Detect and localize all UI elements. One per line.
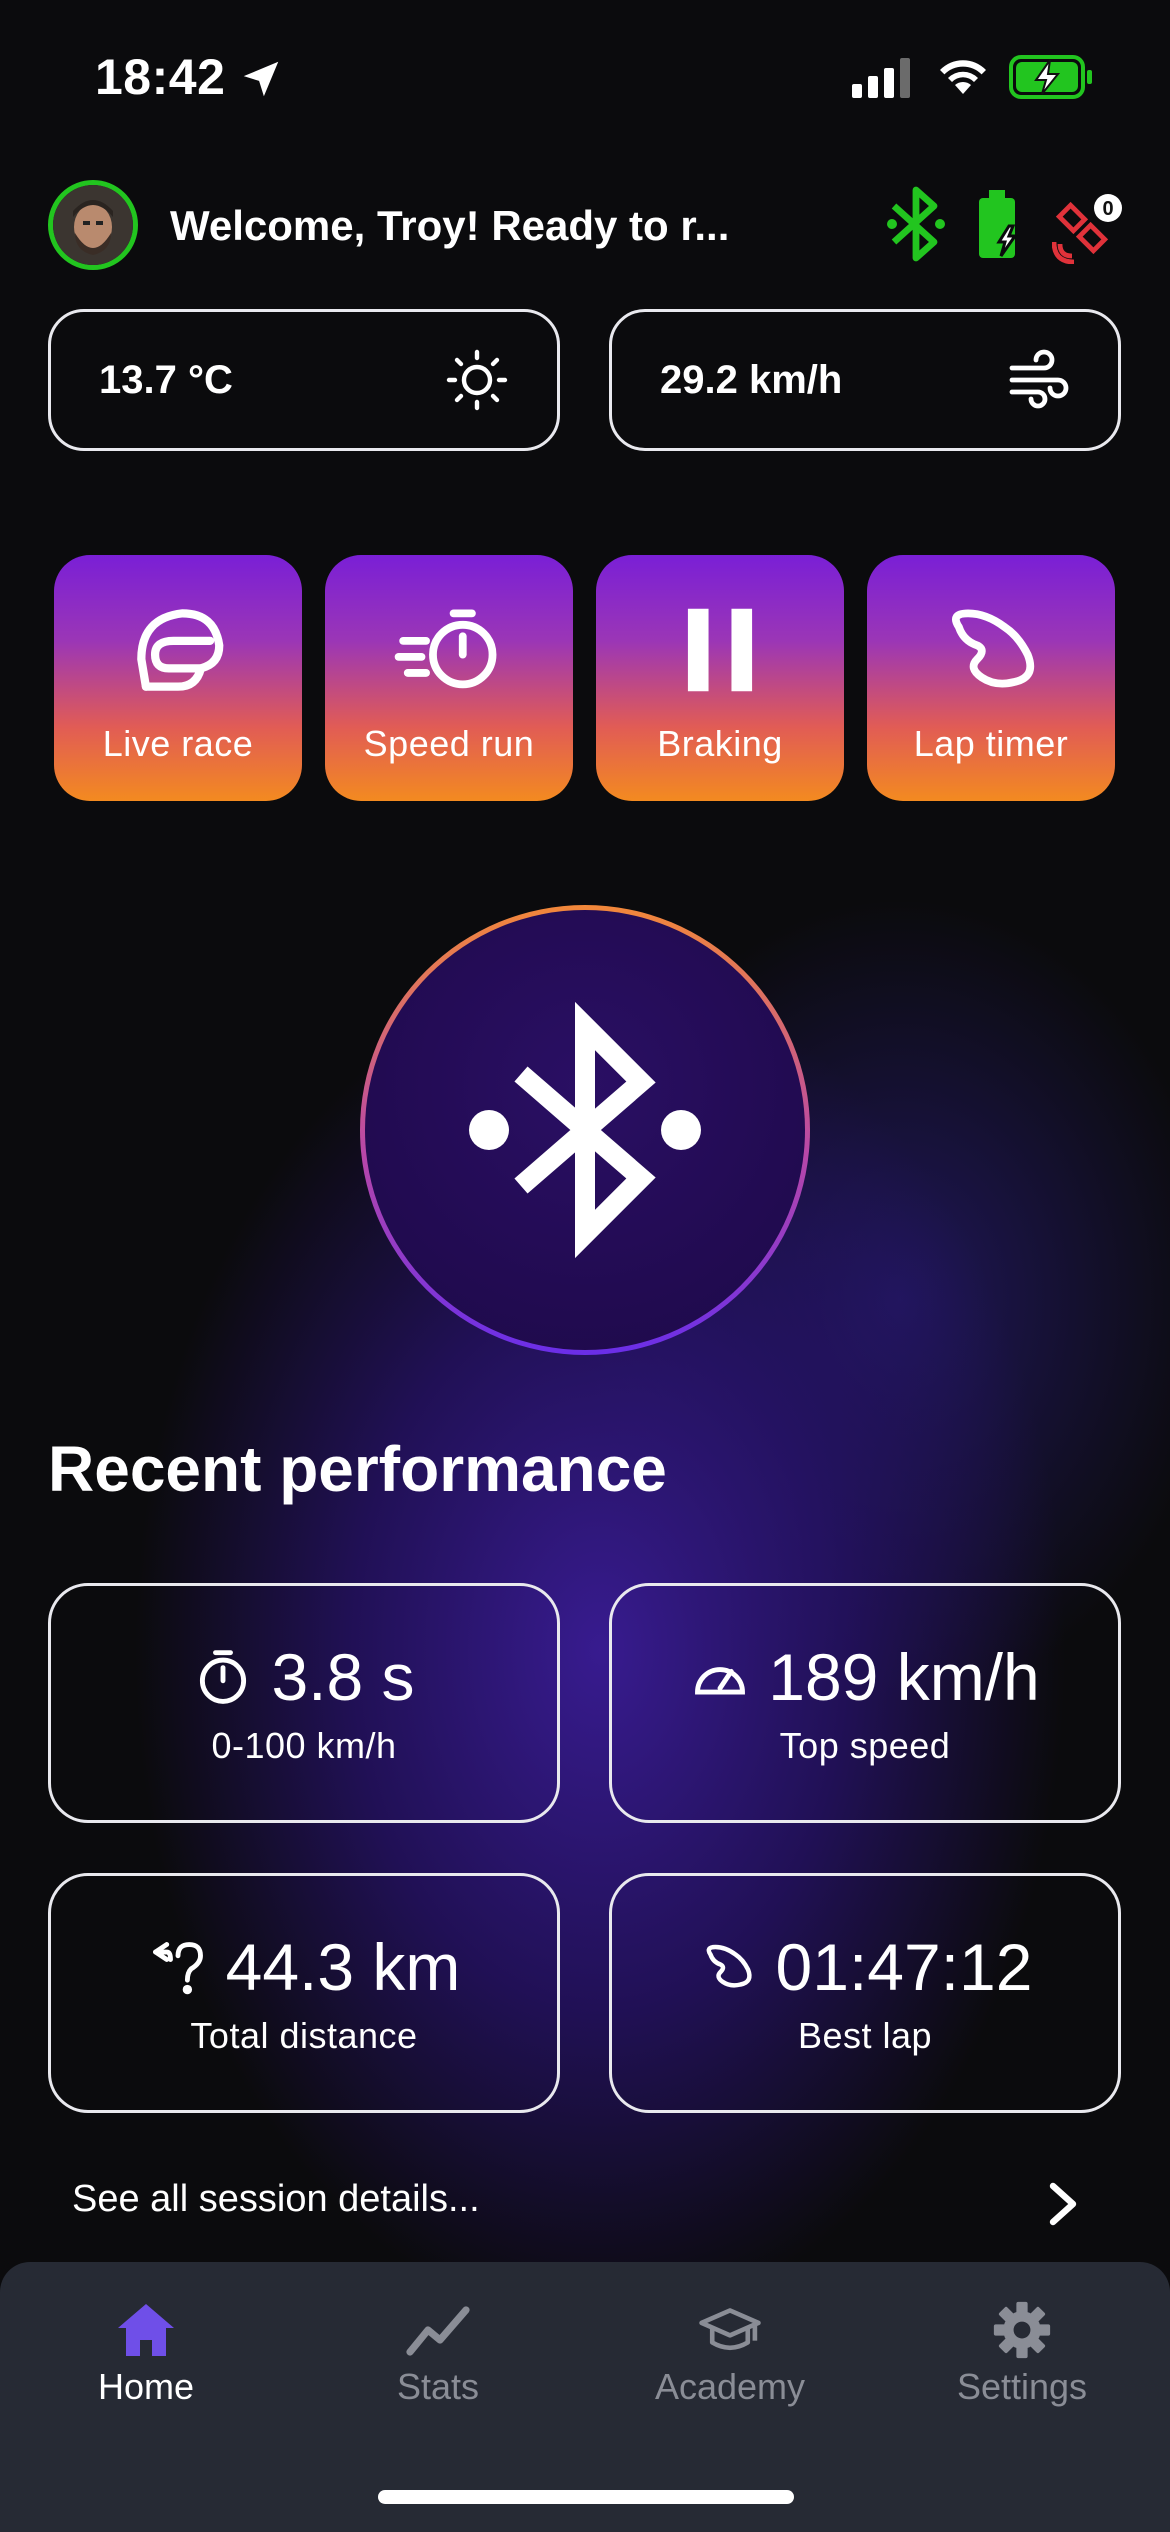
welcome-text: Welcome, Troy! Ready to r... (170, 202, 730, 249)
tab-label: Home (97, 2366, 195, 2407)
wind-value: 29.2 km/h (660, 357, 843, 402)
wifi-icon (940, 60, 986, 94)
avatar-image (53, 185, 133, 265)
tab-label: Settings (956, 2366, 1088, 2407)
stat-label: Top speed (779, 1725, 951, 1766)
bluetooth-connected-icon[interactable] (886, 186, 946, 262)
chart-line-icon (406, 2306, 470, 2356)
stopwatch-icon (200, 1650, 247, 1704)
wind-pill: 29.2 km/h (609, 309, 1121, 451)
stat-card-acceleration[interactable]: 3.8 s 0-100 km/h (48, 1583, 560, 1823)
stat-value: 3.8 s (271, 1640, 415, 1714)
status-bar: 18:42 (0, 0, 1170, 150)
sun-icon (446, 349, 508, 411)
stat-value: 189 km/h (768, 1640, 1040, 1714)
tab-label: Academy (654, 2366, 806, 2407)
tab-stats[interactable]: Stats (292, 2300, 584, 2408)
home-indicator (378, 2490, 794, 2504)
wind-icon (1009, 349, 1069, 409)
satellite-count: 0 (1102, 198, 1113, 220)
bluetooth-connect-button[interactable] (360, 905, 810, 1355)
mode-speed-run-button[interactable]: Speed run (325, 555, 573, 801)
satellite-icon[interactable]: 0 (1052, 192, 1124, 264)
track-icon (952, 609, 1035, 688)
pause-bars-icon (687, 608, 753, 692)
section-title: Recent performance (48, 1433, 667, 1505)
home-icon (118, 2304, 174, 2356)
route-icon (152, 1942, 203, 1995)
cellular-signal-icon (852, 58, 910, 98)
temperature-pill: 13.7 °C (48, 309, 560, 451)
stat-value: 44.3 km (225, 1930, 461, 2004)
tab-home[interactable]: Home (0, 2300, 292, 2408)
track-icon (706, 1944, 752, 1988)
stat-label: Total distance (190, 2015, 418, 2056)
status-time: 18:42 (95, 49, 226, 105)
tab-label: Stats (396, 2366, 480, 2407)
tab-academy[interactable]: Academy (584, 2300, 876, 2408)
device-battery-icon[interactable] (975, 190, 1023, 262)
chevron-right-icon[interactable] (1045, 2182, 1081, 2226)
mode-label: Braking (657, 723, 783, 764)
helmet-icon (137, 609, 224, 691)
see-all-sessions-link[interactable]: See all session details... (72, 2178, 480, 2221)
mode-live-race-button[interactable]: Live race (54, 555, 302, 801)
mode-lap-timer-button[interactable]: Lap timer (867, 555, 1115, 801)
stat-value: 01:47:12 (775, 1930, 1033, 2004)
stat-card-best-lap[interactable]: 01:47:12 Best lap (609, 1873, 1121, 2113)
stat-label: 0-100 km/h (211, 1725, 397, 1766)
tab-settings[interactable]: Settings (876, 2300, 1168, 2408)
location-arrow-icon (243, 61, 279, 97)
mode-label: Live race (102, 723, 254, 764)
mode-braking-button[interactable]: Braking (596, 555, 844, 801)
bluetooth-icon (469, 1001, 701, 1259)
stat-card-top-speed[interactable]: 189 km/h Top speed (609, 1583, 1121, 1823)
battery-charging-icon (1009, 55, 1092, 99)
speedometer-icon (695, 1667, 746, 1695)
avatar[interactable] (48, 180, 138, 270)
stat-label: Best lap (797, 2015, 933, 2056)
stopwatch-speed-icon (394, 609, 497, 689)
mode-label: Speed run (363, 723, 535, 764)
stat-card-total-distance[interactable]: 44.3 km Total distance (48, 1873, 560, 2113)
temperature-value: 13.7 °C (99, 357, 233, 402)
bluetooth-connect-inner (365, 910, 805, 1350)
gear-icon (993, 2301, 1051, 2359)
graduation-cap-icon (699, 2308, 761, 2351)
mode-label: Lap timer (913, 723, 1069, 764)
